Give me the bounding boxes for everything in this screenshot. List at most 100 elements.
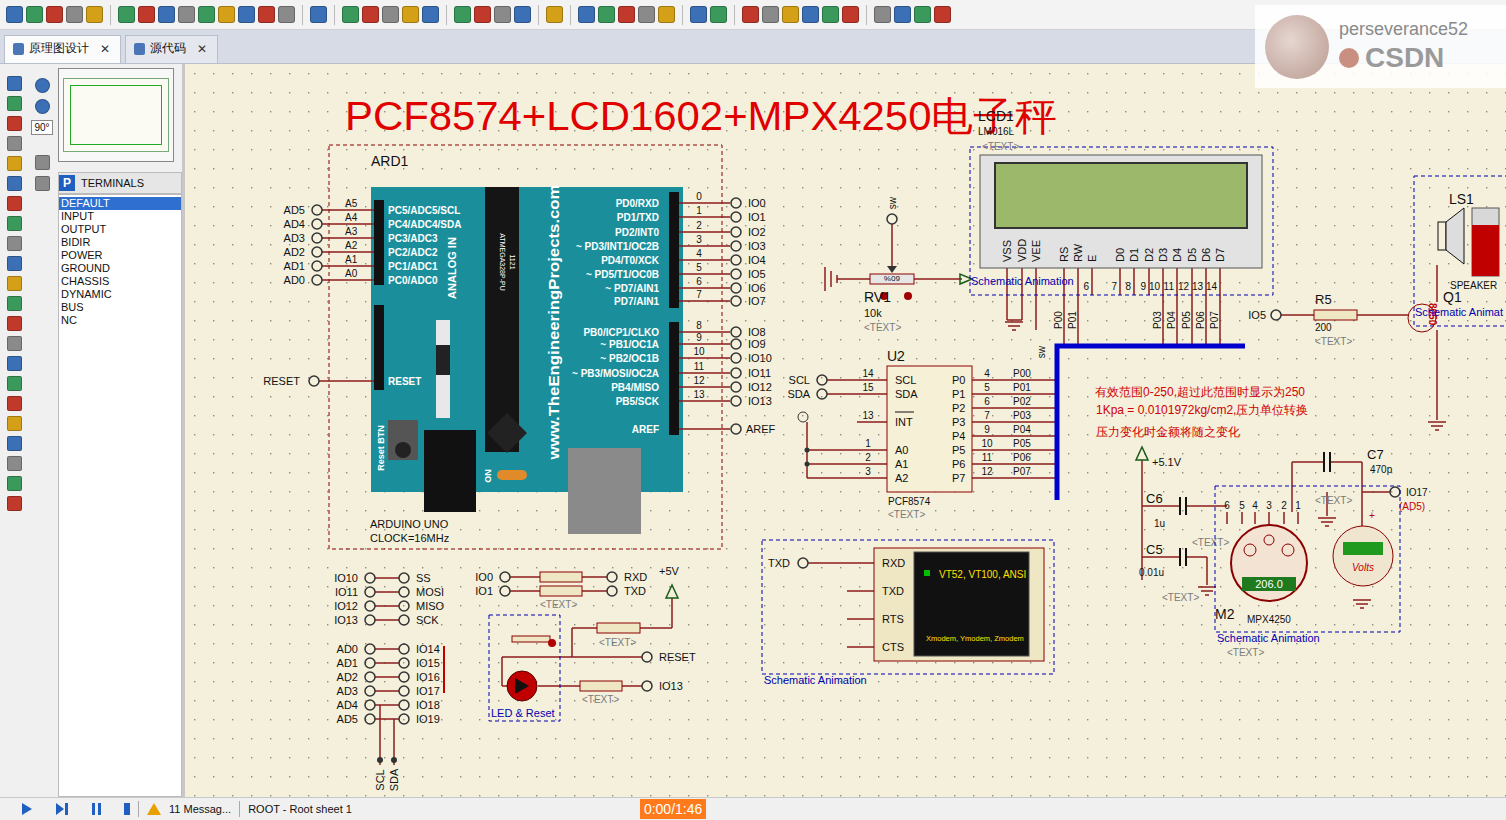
chip-pin[interactable]: 1A0: [865, 438, 908, 456]
digital-pin[interactable]: ~ PD3/INT1/OC2B3IO3: [576, 234, 766, 252]
net-alias[interactable]: AD0IO14: [337, 643, 440, 655]
toolbar-tool-icon[interactable]: [238, 6, 255, 23]
toolbar-tool-icon[interactable]: [26, 6, 43, 23]
toolbar-tool-icon[interactable]: [158, 6, 175, 23]
toolbar-tool-icon[interactable]: [138, 6, 155, 23]
lcd-pin[interactable]: VSS: [1001, 240, 1013, 262]
terminal-item[interactable]: POWER: [59, 249, 181, 262]
close-button[interactable]: ✕: [100, 42, 110, 56]
wire[interactable]: [857, 449, 887, 451]
toolbar-tool-icon[interactable]: [66, 6, 83, 23]
arduino-uno[interactable]: ARD1ATMEGA328P-PU1121ANALOG INReset BTNO…: [329, 145, 722, 549]
net-alias[interactable]: IO11MOSI: [335, 586, 444, 598]
led-reset[interactable]: +5V<TEXT><TEXT>RESETIO13LED & Reset: [489, 565, 696, 721]
toolbar-tool-icon[interactable]: [118, 6, 135, 23]
toolbar-tool-icon[interactable]: [874, 6, 891, 23]
wire[interactable]: [582, 590, 607, 592]
aref-pin[interactable]: AREFAREF: [632, 423, 776, 435]
mode-tool-icon[interactable]: [7, 196, 22, 211]
wire[interactable]: [319, 380, 374, 382]
digital-pin[interactable]: ~ PB2/OC1B10IO10: [600, 346, 772, 364]
wire[interactable]: [807, 449, 857, 451]
push-button[interactable]: [512, 636, 550, 642]
wire[interactable]: [679, 343, 730, 345]
mode-tool-icon[interactable]: [7, 476, 22, 491]
wire[interactable]: [1436, 330, 1438, 420]
mode-tool-icon[interactable]: [7, 336, 22, 351]
wire[interactable]: [847, 618, 874, 620]
wire[interactable]: [1361, 492, 1363, 526]
rotate-anticlockwise-icon[interactable]: [35, 99, 50, 114]
reset-pin[interactable]: RESETRESET: [263, 375, 421, 387]
net-alias[interactable]: AD3IO17: [337, 685, 440, 697]
wire[interactable]: [1357, 314, 1408, 316]
wire[interactable]: [1091, 268, 1093, 295]
toolbar-tool-icon[interactable]: [342, 6, 359, 23]
wire[interactable]: [375, 605, 399, 607]
mode-tool-icon[interactable]: [7, 236, 22, 251]
wire[interactable]: [972, 435, 1057, 437]
toolbar-tool-icon[interactable]: [422, 6, 439, 23]
wire[interactable]: [1191, 268, 1193, 346]
mode-tool-icon[interactable]: [7, 216, 22, 231]
toolbar-tool-icon[interactable]: [658, 6, 675, 23]
toolbar-tool-icon[interactable]: [894, 6, 911, 23]
wire[interactable]: [1186, 505, 1227, 507]
wire[interactable]: [827, 379, 857, 381]
i2c-net[interactable]: SDA: [388, 757, 400, 791]
toolbar-tool-icon[interactable]: [762, 6, 779, 23]
wire[interactable]: [375, 577, 399, 579]
terminal-item[interactable]: CHASSIS: [59, 275, 181, 288]
serial-link[interactable]: IO1TXD: [475, 585, 646, 597]
wire[interactable]: [571, 628, 573, 657]
lcd-pin[interactable]: D18: [1125, 248, 1140, 292]
wire[interactable]: [375, 718, 399, 720]
wire[interactable]: [857, 463, 887, 465]
net-alias[interactable]: AD2IO16: [337, 671, 440, 683]
toolbar-tool-icon[interactable]: [474, 6, 491, 23]
mode-tool-icon[interactable]: [7, 316, 22, 331]
toolbar-tool-icon[interactable]: [362, 6, 379, 23]
wire[interactable]: [679, 386, 730, 388]
schematic-canvas[interactable]: PCF8574+LCD1602+MPX4250电子秤ARD1ATMEGA328P…: [185, 64, 1506, 797]
wire[interactable]: [808, 562, 874, 564]
digital-pin[interactable]: PD2/INT02IO2: [615, 220, 766, 238]
analog-pin[interactable]: AD3A3PC3/ADC3: [284, 226, 438, 244]
digital-pin[interactable]: PB4/MISO12IO12: [611, 375, 772, 393]
toolbar-tool-icon[interactable]: [802, 6, 819, 23]
terminal-item[interactable]: GROUND: [59, 262, 181, 275]
toolbar-tool-icon[interactable]: [46, 6, 63, 23]
toolbar-tool-icon[interactable]: [382, 6, 399, 23]
wire[interactable]: [501, 657, 503, 686]
wire[interactable]: [640, 627, 672, 629]
toolbar-tool-icon[interactable]: [598, 6, 615, 23]
chip-pin[interactable]: P712P07: [952, 466, 1031, 484]
mode-tool-icon[interactable]: [7, 456, 22, 471]
toolbar-tool-icon[interactable]: [218, 6, 235, 23]
toolbar-tool-icon[interactable]: [402, 6, 419, 23]
mode-tool-icon[interactable]: [7, 416, 22, 431]
wire[interactable]: [375, 591, 399, 593]
analog-pin[interactable]: AD1A1PC1/ADC1: [284, 254, 438, 272]
digital-pin[interactable]: PD7/AIN17IO7: [614, 289, 766, 307]
toolbar-tool-icon[interactable]: [914, 6, 931, 23]
net-alias[interactable]: AD4IO18: [337, 699, 440, 711]
net-alias[interactable]: AD1IO15: [337, 657, 440, 669]
digital-pin[interactable]: ~ PD5/T1/OC0B5IO5: [586, 262, 766, 280]
mode-tool-icon[interactable]: [7, 96, 22, 111]
wire[interactable]: [1330, 461, 1362, 463]
wire[interactable]: [827, 393, 857, 395]
chip-pin[interactable]: 2A1: [865, 452, 908, 470]
wire[interactable]: [972, 379, 1057, 381]
digital-pin[interactable]: ~ PD7/AIN16IO6: [605, 276, 765, 294]
toolbar-tool-icon[interactable]: [842, 6, 859, 23]
digital-pin[interactable]: ~ PB1/OC1A9IO9: [600, 332, 765, 350]
wire[interactable]: [679, 428, 730, 430]
mode-tool-icon[interactable]: [7, 76, 22, 91]
wire[interactable]: [972, 407, 1057, 409]
wire[interactable]: [1241, 512, 1243, 524]
toolbar-tool-icon[interactable]: [198, 6, 215, 23]
lcd-pin[interactable]: D714P07: [1206, 248, 1226, 329]
wire[interactable]: [857, 421, 887, 423]
wire[interactable]: [375, 690, 399, 692]
